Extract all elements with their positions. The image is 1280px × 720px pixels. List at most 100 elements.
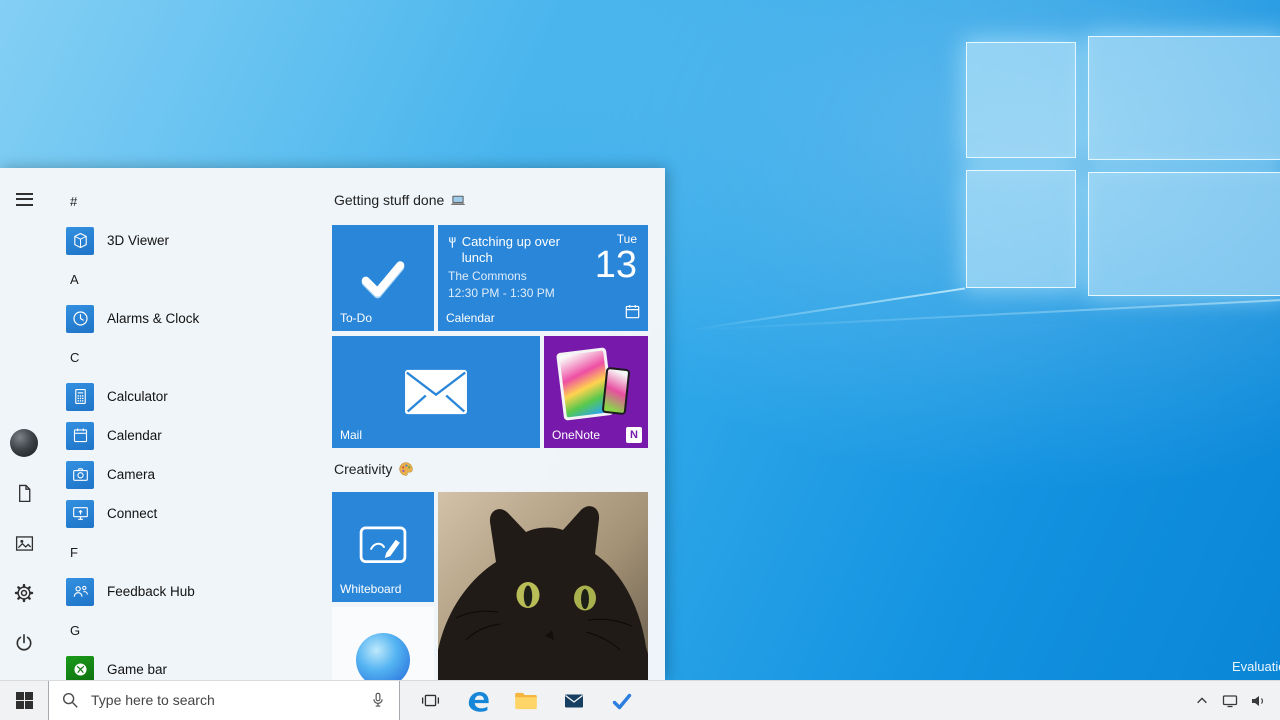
group-title: Getting stuff done (334, 192, 445, 208)
app-item-feedback-hub[interactable]: Feedback Hub (48, 572, 326, 611)
power-button[interactable] (0, 618, 48, 668)
mail-envelope-icon (565, 694, 583, 707)
user-avatar (10, 429, 38, 457)
calculator-glyph-icon (74, 388, 86, 405)
app-section-a[interactable]: A (48, 260, 326, 299)
taskbar-mail-button[interactable] (550, 681, 598, 720)
connect-app-icon (66, 499, 94, 528)
calendar-date: Tue 13 (595, 232, 637, 285)
tile-label: OneNote (552, 428, 601, 442)
calendar-app-icon (66, 421, 94, 450)
app-section-hash[interactable]: # (48, 182, 326, 221)
microphone-icon[interactable] (369, 691, 387, 709)
tile-label: Mail (340, 428, 363, 442)
app-item-calendar[interactable]: Calendar (48, 416, 326, 455)
pictures-button[interactable] (0, 518, 48, 568)
search-box[interactable] (48, 680, 400, 720)
start-menu-rail (0, 168, 48, 680)
search-input[interactable] (89, 691, 359, 709)
expand-menu-button[interactable] (0, 174, 48, 224)
app-section-g[interactable]: G (48, 611, 326, 650)
xbox-icon (73, 663, 87, 676)
taskbar-file-explorer-button[interactable] (502, 681, 550, 720)
speaker-icon (1252, 695, 1263, 706)
app-section-c[interactable]: C (48, 338, 326, 377)
app-item-alarms-clock[interactable]: Alarms & Clock (48, 299, 326, 338)
event-time: 12:30 PM - 1:30 PM (448, 286, 555, 301)
camera-icon (72, 468, 88, 481)
tile-cortana[interactable] (332, 607, 434, 680)
tile-mail[interactable]: Mail (332, 336, 540, 448)
phone-graphic (601, 366, 631, 416)
wallpaper-logo-square (1088, 172, 1280, 296)
event-location: The Commons (448, 268, 527, 283)
app-item-3d-viewer[interactable]: 3D Viewer (48, 221, 326, 260)
3d-viewer-icon (66, 226, 94, 255)
clock-icon (72, 311, 88, 326)
tile-todo[interactable]: To-Do (332, 225, 434, 331)
app-item-calculator[interactable]: Calculator (48, 377, 326, 416)
app-item-camera[interactable]: Camera (48, 455, 326, 494)
palette-emoji-icon (399, 462, 413, 476)
cat-photo (438, 492, 648, 680)
windows-logo-icon (15, 692, 33, 709)
cube-icon (73, 232, 87, 249)
app-label: Camera (107, 467, 156, 482)
taskbar-todo-button[interactable] (598, 681, 646, 720)
calendar-day-number: 13 (594, 244, 637, 286)
onenote-badge-icon: N (626, 427, 642, 443)
app-section-f[interactable]: F (48, 533, 326, 572)
group-title: Creativity (334, 461, 393, 477)
tile-onenote[interactable]: OneNote N (544, 336, 648, 448)
show-hidden-icons-button[interactable] (1188, 681, 1216, 720)
search-icon (62, 692, 78, 708)
settings-button[interactable] (0, 568, 48, 618)
tile-label: Whiteboard (340, 582, 402, 596)
user-account-button[interactable] (0, 418, 48, 468)
taskbar-edge-button[interactable] (454, 681, 502, 720)
app-list: # 3D Viewer A Alarms & Clock C Calculato… (48, 182, 326, 680)
tray-display-button[interactable] (1216, 681, 1244, 720)
connect-icon (72, 507, 88, 520)
screen: Evaluation (0, 0, 1280, 720)
evaluation-watermark: Evaluation (1232, 659, 1280, 674)
cortana-icon (356, 633, 410, 680)
app-label: Alarms & Clock (107, 311, 200, 326)
folder-icon (515, 692, 537, 709)
hamburger-icon (15, 189, 33, 209)
start-button[interactable] (0, 681, 48, 720)
wallpaper-logo-square (966, 170, 1076, 288)
task-view-button[interactable] (406, 681, 454, 720)
app-item-game-bar[interactable]: Game bar (48, 650, 326, 680)
app-label: 3D Viewer (107, 233, 170, 248)
tile-group-header-creativity[interactable]: Creativity (334, 461, 414, 477)
tile-photo-cat[interactable] (438, 492, 648, 680)
section-label: G (70, 623, 81, 638)
section-label: C (70, 350, 80, 365)
todo-check-icon (361, 261, 405, 299)
wallpaper-light-beam (689, 287, 966, 331)
documents-button[interactable] (0, 468, 48, 518)
people-icon (73, 585, 88, 597)
tile-label: To-Do (340, 311, 373, 325)
todo-check-icon (612, 693, 632, 709)
tile-calendar[interactable]: Catching up over lunch The Commons 12:30… (438, 225, 648, 331)
tile-group-header-getting-stuff-done[interactable]: Getting stuff done (334, 192, 466, 208)
calendar-glyph-icon (73, 428, 87, 443)
feedback-hub-icon (66, 577, 94, 606)
picture-icon (15, 535, 33, 551)
tile-whiteboard[interactable]: Whiteboard (332, 492, 434, 602)
gear-icon (14, 583, 34, 603)
tray-volume-button[interactable] (1244, 681, 1272, 720)
tile-panel: Getting stuff done To-Do Catching up ove… (332, 168, 665, 680)
app-label: Feedback Hub (107, 584, 195, 599)
power-icon (16, 634, 32, 651)
task-view-icon (421, 694, 439, 707)
section-label: F (70, 545, 78, 560)
app-item-connect[interactable]: Connect (48, 494, 326, 533)
section-label: # (70, 194, 78, 209)
app-label: Calculator (107, 389, 168, 404)
calendar-icon (625, 304, 640, 324)
wallpaper-logo-square (1088, 36, 1280, 160)
app-label: Connect (107, 506, 158, 521)
